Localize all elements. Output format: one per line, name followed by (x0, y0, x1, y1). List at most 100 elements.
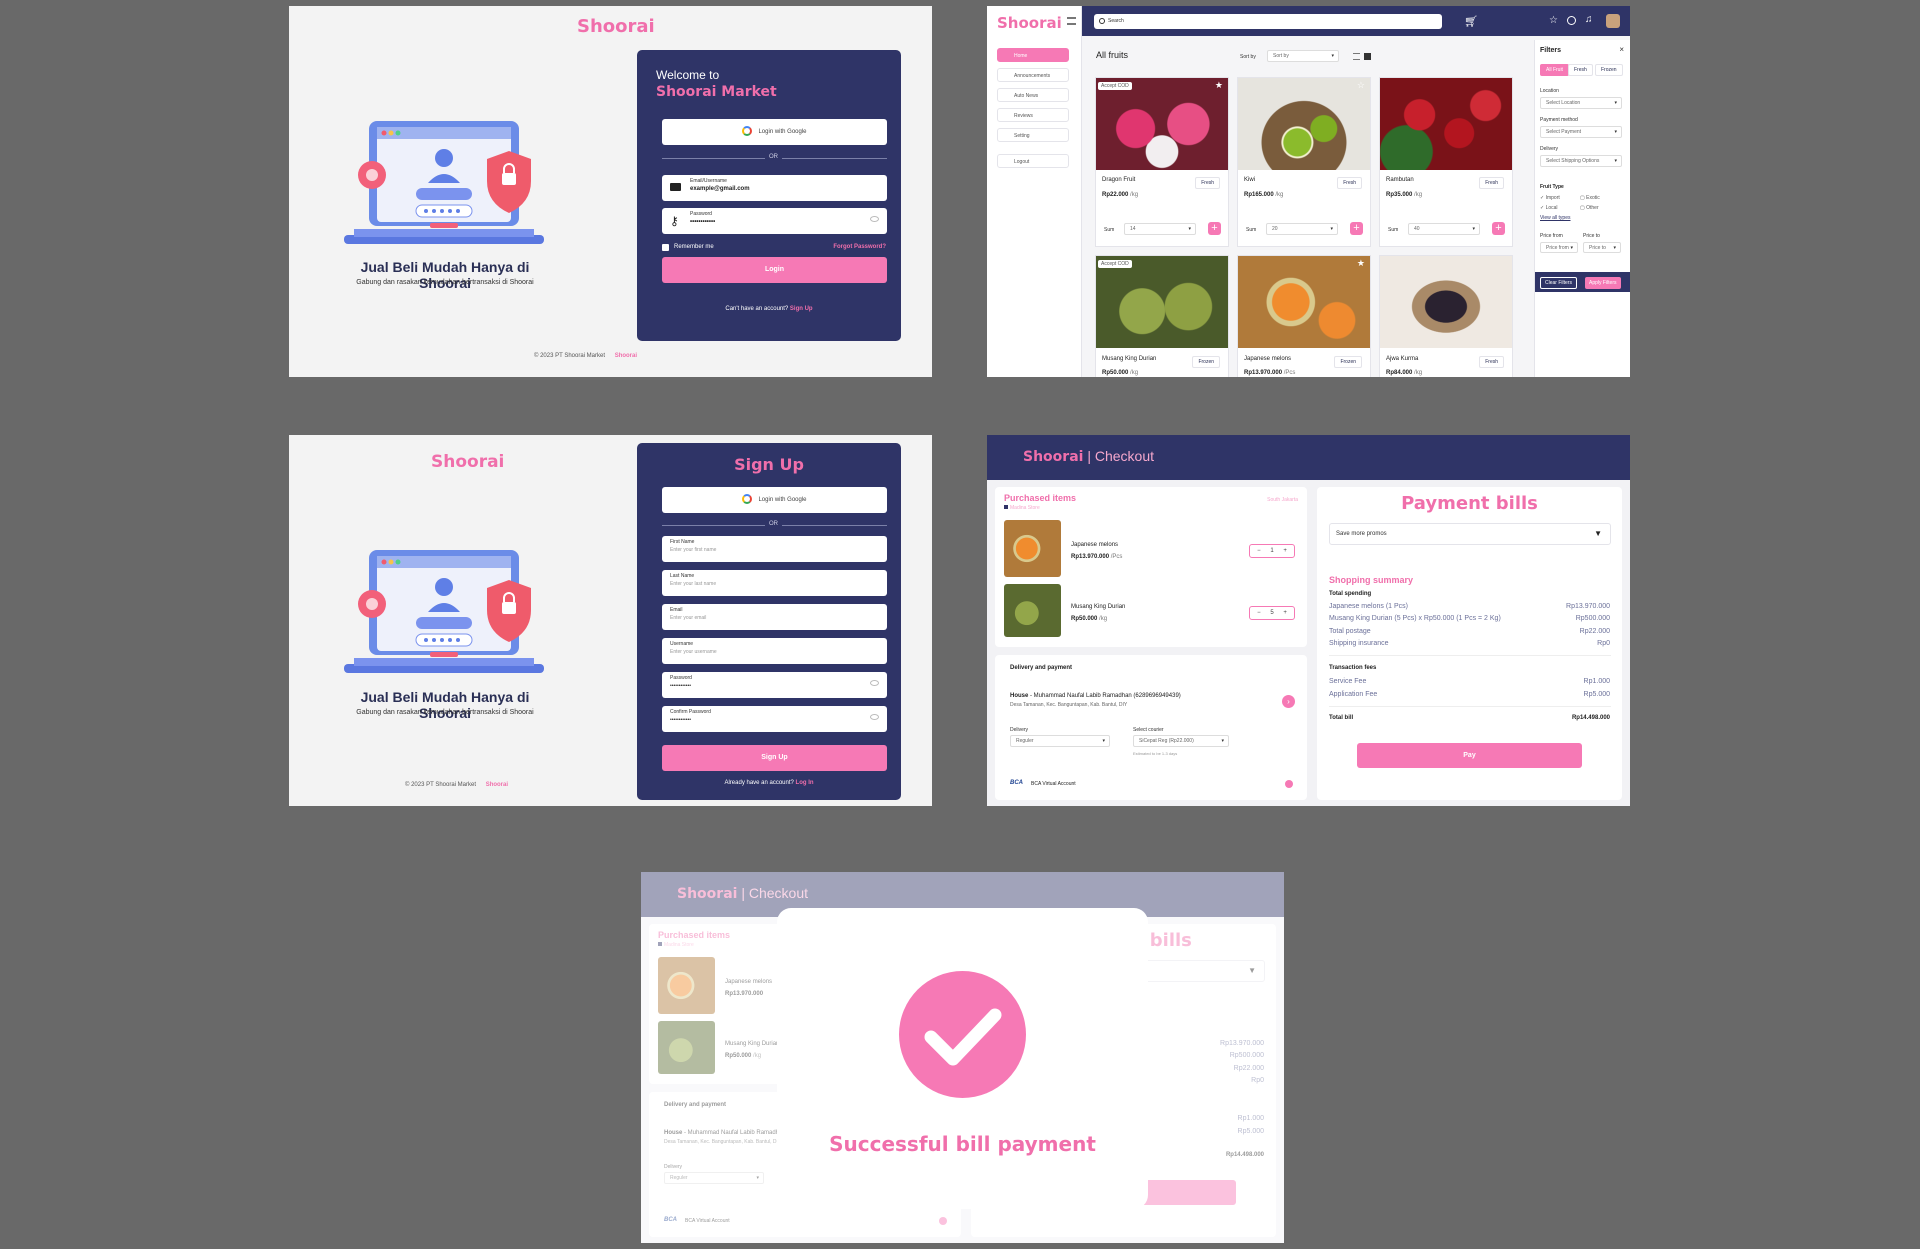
signup-button[interactable]: Sign Up (662, 745, 887, 771)
quantity-stepper[interactable]: − 1 + (1249, 544, 1295, 558)
price-from-input[interactable]: Price from (1540, 242, 1578, 253)
product-card[interactable]: Accept COD Musang King Durian Frozen Rp5… (1095, 255, 1229, 377)
remember-checkbox[interactable] (662, 244, 669, 251)
price-unit: /kg (1414, 192, 1423, 198)
chevron-right-icon[interactable] (1285, 780, 1293, 788)
eye-icon[interactable] (870, 714, 879, 720)
username-field[interactable]: Username Enter your username (662, 638, 887, 664)
fruit-type-exotic[interactable]: ▢ Exotic (1580, 195, 1600, 201)
sidebar-item-reviews[interactable]: Reviews (997, 108, 1069, 122)
no-account-text: Can't have an account? (725, 306, 789, 312)
grid-view-icon[interactable] (1364, 53, 1371, 60)
password-field[interactable]: Password •••••••••••• (662, 672, 887, 698)
fruit-type-local[interactable]: ✓ Local (1540, 205, 1558, 211)
login-button[interactable]: Login (662, 257, 887, 283)
sidebar-item-logout[interactable]: Logout (997, 154, 1069, 168)
last-name-field[interactable]: Last Name Enter your last name (662, 570, 887, 596)
eye-icon[interactable] (870, 680, 879, 686)
forgot-password-link[interactable]: Forgot Password? (833, 244, 886, 250)
add-to-cart-button[interactable]: + (1350, 222, 1363, 235)
confirm-password-field[interactable]: Confirm Password •••••••••••• (662, 706, 887, 732)
star-icon[interactable]: ★ (1215, 80, 1223, 91)
courier-select[interactable]: SiCepat Reg (Rp22.000) (1133, 735, 1229, 747)
price-unit: /Pcs (1283, 370, 1296, 376)
copyright-text: © 2023 PT Shoorai Market (405, 782, 477, 788)
sort-select[interactable]: Sort by (1267, 50, 1339, 62)
product-name: Japanese melons (1244, 356, 1292, 362)
delivery-label: Delivery (1540, 146, 1559, 152)
search-input[interactable]: Search (1094, 14, 1442, 29)
sort-label: Sort by (1240, 54, 1256, 60)
add-to-cart-button[interactable]: + (1208, 222, 1221, 235)
cart-icon[interactable]: 🛒︎ (1464, 15, 1478, 28)
first-name-field[interactable]: First Name Enter your first name (662, 536, 887, 562)
product-card[interactable]: Accept COD ★ Dragon Fruit Fresh Rp22.000… (1095, 77, 1229, 247)
add-to-cart-button[interactable]: + (1492, 222, 1505, 235)
product-price: Rp22.000 /kg (1102, 192, 1138, 198)
item-price-value: Rp50.000 (1071, 616, 1098, 622)
password-field[interactable]: ⚷ Password •••••••••••• (662, 208, 887, 234)
star-icon[interactable]: ☆ (1357, 80, 1365, 91)
product-card[interactable]: Rambutan Fresh Rp35.000 /kg Sum 40 + (1379, 77, 1513, 247)
sidebar-item-announcements[interactable]: Announcements (997, 68, 1069, 82)
product-price: Rp165.000 /kg (1244, 192, 1283, 198)
apply-filters-button[interactable]: Apply Filters (1585, 277, 1621, 289)
pay-button[interactable]: Pay (1357, 743, 1582, 768)
eye-icon[interactable] (870, 216, 879, 222)
dragon-fruit-image (1096, 78, 1228, 170)
tab-frozen[interactable]: Frozen (1595, 64, 1623, 76)
google-login-button[interactable]: Login with Google (662, 487, 887, 513)
password-placeholder: •••••••••••• (670, 683, 692, 689)
sidebar-item-home[interactable]: Home (997, 48, 1069, 62)
product-card[interactable]: ☆ Kiwi Fresh Rp165.000 /kg Sum 20 + (1237, 77, 1371, 247)
sidebar-item-setting[interactable]: Setting (997, 128, 1069, 142)
list-view-icon[interactable] (1353, 53, 1360, 60)
delivery-select[interactable]: Select Shipping Options (1540, 155, 1622, 167)
view-all-types-link[interactable]: View all types (1540, 215, 1570, 221)
quantity-stepper[interactable]: − 5 + (1249, 606, 1295, 620)
delivery-value: Select Shipping Options (1546, 158, 1600, 164)
delivery-title: Delivery and payment (1010, 665, 1073, 671)
menu-toggle-icon[interactable] (1067, 17, 1076, 25)
sum-select[interactable]: 14 (1124, 223, 1196, 235)
fruit-type-label-import: Import (1545, 195, 1560, 201)
clear-filters-button[interactable]: Clear Filters (1540, 277, 1577, 289)
star-icon[interactable]: ☆ (1549, 15, 1558, 26)
tab-all-fruit[interactable]: All Fruit (1540, 64, 1569, 76)
star-icon[interactable]: ★ (1357, 258, 1365, 269)
durian-image (1096, 256, 1228, 348)
payment-select[interactable]: Select Payment (1540, 126, 1622, 138)
product-card[interactable]: ★ Japanese melons Frozen Rp13.970.000 /P… (1237, 255, 1371, 377)
signup-link[interactable]: Sign Up (790, 306, 813, 312)
chat-icon[interactable] (1567, 16, 1576, 25)
location-select[interactable]: Select Location (1540, 97, 1622, 109)
product-card[interactable]: Ajwa Kurma Fresh Rp84.000 /kg (1379, 255, 1513, 377)
avatar[interactable] (1606, 14, 1620, 28)
fruit-type-other[interactable]: ▢ Other (1580, 205, 1599, 211)
confirm-password-label: Confirm Password (670, 709, 711, 715)
email-field[interactable]: Email/Username example@gmail.com (662, 175, 887, 201)
address-detail: Desa Tamanan, Kec. Banguntapan, Kab. Ban… (1010, 702, 1128, 708)
delivery-select[interactable]: Reguler (1010, 735, 1110, 747)
promo-select[interactable]: Save more promos ▼ (1329, 523, 1611, 545)
sort-value: Sort by (1273, 53, 1289, 59)
bca-logo: BCA (1010, 780, 1023, 786)
price-to-label: Price to (1583, 233, 1600, 239)
sum-select[interactable]: 20 (1266, 223, 1338, 235)
search-placeholder: Search (1108, 18, 1124, 24)
sidebar-item-auto-news[interactable]: Auto News (997, 88, 1069, 102)
google-login-button[interactable]: Login with Google (662, 119, 887, 145)
sum-select[interactable]: 40 (1408, 223, 1480, 235)
fruit-type-import[interactable]: ✓ Import (1540, 195, 1560, 201)
login-link[interactable]: Log In (796, 780, 814, 786)
bills-title: Payment bills (1401, 493, 1538, 514)
bell-icon[interactable]: ♫ (1585, 14, 1593, 25)
email-field[interactable]: Email Enter your email (662, 604, 887, 630)
welcome-text: Welcome to (656, 68, 720, 82)
footer-brand: Shoorai (485, 782, 509, 788)
tab-fresh[interactable]: Fresh (1568, 64, 1593, 76)
username-placeholder: Enter your username (670, 649, 717, 655)
close-icon[interactable]: × (1619, 45, 1624, 54)
price-to-input[interactable]: Price to (1583, 242, 1621, 253)
chevron-right-icon[interactable]: › (1282, 695, 1295, 708)
